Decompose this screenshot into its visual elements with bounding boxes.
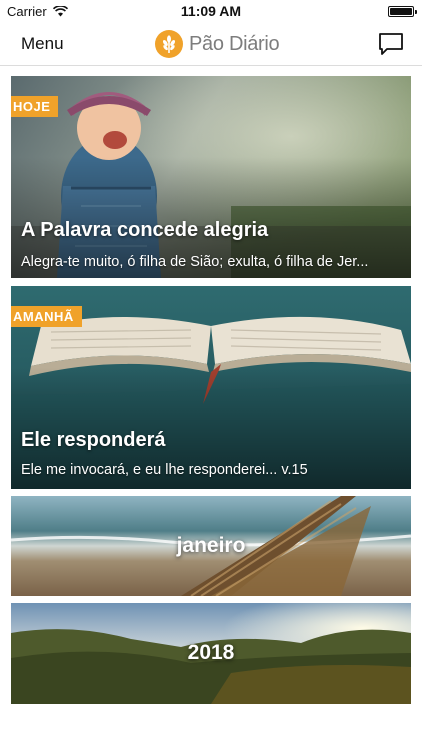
wheat-logo-icon [155,30,183,58]
chat-bubble-icon[interactable] [378,32,404,56]
menu-button[interactable]: Menu [21,34,64,54]
clock: 11:09 AM [180,3,242,19]
brand: Pão Diário [155,29,280,59]
month-label: janeiro [176,534,246,557]
badge-today: HOJE [11,96,59,122]
battery-icon [388,6,417,17]
devotional-card-tomorrow[interactable]: AMANHÃ Ele responderá Ele me invocará, e… [11,286,411,489]
card-shade [11,76,411,278]
card-title: Ele responderá [21,429,166,451]
year-label: 2018 [187,641,235,664]
month-card[interactable]: janeiro [11,496,411,596]
status-bar: Carrier 11:09 AM [0,0,422,22]
nav-bar: Menu Pão Diário [0,22,422,66]
card-excerpt: Ele me invocará, e eu lhe responderei...… [21,462,308,478]
devotional-card-today[interactable]: HOJE A Palavra concede alegria Alegra-te… [11,76,411,278]
battery-fill [390,8,412,15]
card-excerpt: Alegra-te muito, ó filha de Sião; exulta… [21,254,369,270]
brand-name: Pão Diário [189,32,280,55]
year-card[interactable]: 2018 [11,603,411,704]
card-title: A Palavra concede alegria [21,219,269,241]
badge-tomorrow: AMANHÃ [11,306,82,327]
